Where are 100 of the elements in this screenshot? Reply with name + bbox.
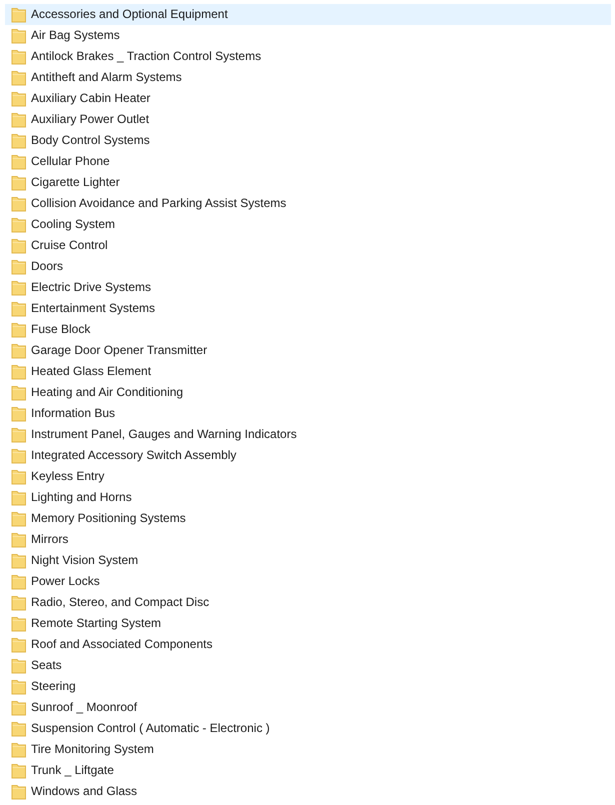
folder-name: Auxiliary Power Outlet: [31, 112, 150, 127]
folder-name: Cooling System: [31, 217, 116, 232]
folder-item[interactable]: Antilock Brakes _ Traction Control Systems: [5, 46, 611, 67]
folder-item[interactable]: Air Bag Systems: [5, 25, 611, 46]
folder-icon: [11, 784, 27, 800]
folder-item[interactable]: Integrated Accessory Switch Assembly: [5, 445, 611, 466]
folder-name: Heating and Air Conditioning: [31, 385, 184, 400]
folder-item[interactable]: Cooling System: [5, 214, 611, 235]
folder-name: Entertainment Systems: [31, 301, 156, 316]
folder-item[interactable]: Fuse Block: [5, 319, 611, 340]
folder-name: Lighting and Horns: [31, 490, 132, 505]
folder-name: Mirrors: [31, 532, 68, 547]
folder-item[interactable]: Cruise Control: [5, 235, 611, 256]
folder-item[interactable]: Seats: [5, 655, 611, 676]
folder-item[interactable]: Instrument Panel, Gauges and Warning Indicators: [5, 424, 611, 445]
folder-icon: [11, 762, 27, 778]
folder-name: Fuse Block: [31, 322, 90, 337]
folder-name: Integrated Accessory Switch Assembly: [31, 448, 236, 463]
folder-name: Garage Door Opener Transmitter: [31, 343, 208, 358]
folder-name: Windows and Glass: [31, 784, 138, 799]
folder-item[interactable]: Doors: [5, 256, 611, 277]
folder-name: Body Control Systems: [31, 133, 150, 148]
folder-icon: [11, 510, 27, 526]
folder-item[interactable]: Accessories and Optional Equipment: [5, 4, 611, 25]
folder-item[interactable]: Auxiliary Power Outlet: [5, 109, 611, 130]
folder-name: Cigarette Lighter: [31, 175, 120, 190]
folder-name: Collision Avoidance and Parking Assist Systems: [31, 196, 286, 211]
folder-item[interactable]: Night Vision System: [5, 550, 611, 571]
folder-icon: [11, 490, 27, 506]
folder-icon: [11, 322, 27, 338]
folder-name: Auxiliary Cabin Heater: [31, 91, 150, 106]
folder-name: Night Vision System: [31, 553, 138, 568]
folder-name: Steering: [31, 679, 76, 694]
folder-icon: [11, 258, 27, 274]
folder-icon: [11, 468, 27, 484]
folder-item[interactable]: Tire Monitoring System: [5, 739, 611, 760]
folder-item[interactable]: Heated Glass Element: [5, 361, 611, 382]
folder-item[interactable]: Windows and Glass: [5, 781, 611, 802]
folder-name: Trunk _ Liftgate: [31, 763, 114, 778]
folder-icon: [11, 48, 27, 64]
folder-icon: [11, 216, 27, 232]
folder-icon: [11, 636, 27, 652]
folder-icon: [11, 384, 27, 400]
folder-item[interactable]: Roof and Associated Components: [5, 634, 611, 655]
folder-icon: [11, 364, 27, 380]
folder-item[interactable]: Information Bus: [5, 403, 611, 424]
folder-name: Information Bus: [31, 406, 116, 421]
folder-icon: [11, 196, 27, 212]
folder-icon: [11, 678, 27, 694]
folder-item[interactable]: Sunroof _ Moonroof: [5, 697, 611, 718]
folder-icon: [11, 342, 27, 358]
folder-item[interactable]: Auxiliary Cabin Heater: [5, 88, 611, 109]
folder-item[interactable]: Lighting and Horns: [5, 487, 611, 508]
folder-item[interactable]: Suspension Control ( Automatic - Electronic ): [5, 718, 611, 739]
folder-icon: [11, 426, 27, 442]
folder-icon: [11, 742, 27, 758]
folder-icon: [11, 132, 27, 148]
folder-name: Tire Monitoring System: [31, 742, 154, 757]
folder-icon: [11, 6, 27, 22]
folder-icon: [11, 90, 27, 106]
folder-icon: [11, 238, 27, 254]
folder-name: Heated Glass Element: [31, 364, 152, 379]
folder-item[interactable]: Trunk _ Liftgate: [5, 760, 611, 781]
folder-name: Cellular Phone: [31, 154, 110, 169]
folder-item[interactable]: Memory Positioning Systems: [5, 508, 611, 529]
folder-name: Roof and Associated Components: [31, 637, 212, 652]
folder-item[interactable]: Remote Starting System: [5, 613, 611, 634]
folder-icon: [11, 28, 27, 44]
folder-icon: [11, 280, 27, 296]
folder-name: Air Bag Systems: [31, 28, 120, 43]
folder-icon: [11, 70, 27, 86]
folder-icon: [11, 174, 27, 190]
folder-item[interactable]: Garage Door Opener Transmitter: [5, 340, 611, 361]
folder-icon: [11, 448, 27, 464]
folder-item[interactable]: Cigarette Lighter: [5, 172, 611, 193]
folder-item[interactable]: Entertainment Systems: [5, 298, 611, 319]
folder-name: Antilock Brakes _ Traction Control Systems: [31, 49, 262, 64]
folder-item[interactable]: Radio, Stereo, and Compact Disc: [5, 592, 611, 613]
folder-name: Suspension Control ( Automatic - Electronic ): [31, 721, 270, 736]
folder-item[interactable]: Antitheft and Alarm Systems: [5, 67, 611, 88]
folder-name: Seats: [31, 658, 62, 673]
folder-item[interactable]: Heating and Air Conditioning: [5, 382, 611, 403]
folder-item[interactable]: Mirrors: [5, 529, 611, 550]
folder-icon: [11, 112, 27, 128]
folder-icon: [11, 552, 27, 568]
folder-name: Accessories and Optional Equipment: [31, 7, 228, 22]
folder-icon: [11, 154, 27, 170]
folder-icon: [11, 574, 27, 590]
folder-name: Memory Positioning Systems: [31, 511, 186, 526]
folder-item[interactable]: Collision Avoidance and Parking Assist Systems: [5, 193, 611, 214]
folder-item[interactable]: Body Control Systems: [5, 130, 611, 151]
folder-item[interactable]: Keyless Entry: [5, 466, 611, 487]
folder-name: Doors: [31, 259, 64, 274]
folder-icon: [11, 406, 27, 422]
folder-item[interactable]: Electric Drive Systems: [5, 277, 611, 298]
folder-item[interactable]: Steering: [5, 676, 611, 697]
folder-icon: [11, 594, 27, 610]
folder-name: Antitheft and Alarm Systems: [31, 70, 182, 85]
folder-item[interactable]: Cellular Phone: [5, 151, 611, 172]
folder-item[interactable]: Power Locks: [5, 571, 611, 592]
